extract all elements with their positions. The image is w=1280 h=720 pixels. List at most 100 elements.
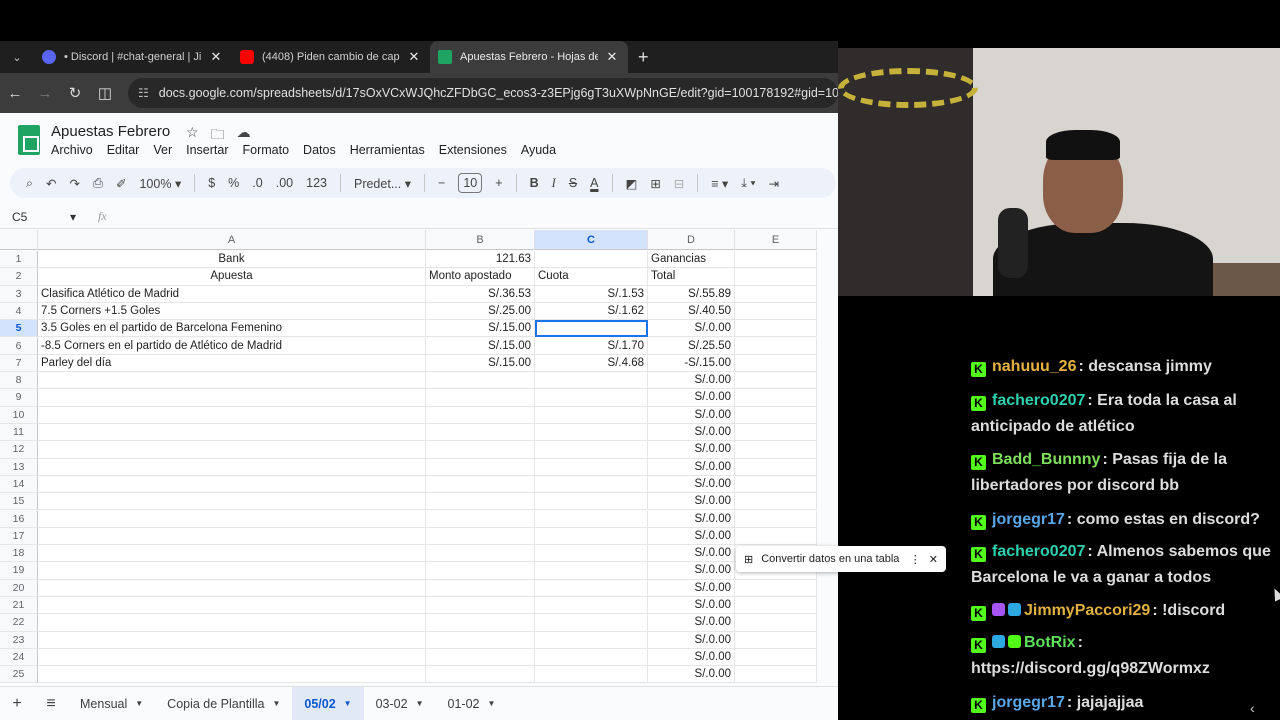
row-header[interactable]: 14 [0, 475, 38, 494]
url-field[interactable]: ☷ docs.google.com/spreadsheets/d/17sOxVC… [128, 78, 838, 108]
convert-table-toast[interactable]: ⊞ Convertir datos en una tabla ⋮ ✕ [736, 546, 946, 572]
cell-e10[interactable] [735, 406, 817, 424]
cell-a5[interactable]: 3.5 Goles en el partido de Barcelona Fem… [38, 320, 426, 338]
bold-icon[interactable]: B [530, 176, 539, 190]
forward-icon[interactable]: → [30, 85, 60, 102]
menu-editar[interactable]: Editar [107, 143, 140, 157]
cell-a9[interactable] [38, 389, 426, 407]
cell-c25[interactable] [535, 666, 648, 684]
cell-a13[interactable] [38, 458, 426, 476]
column-header-b[interactable]: B [426, 230, 535, 250]
row-header[interactable]: 22 [0, 614, 38, 632]
cell-a12[interactable] [38, 441, 426, 459]
row-header[interactable]: 17 [0, 527, 38, 546]
close-icon[interactable]: ✕ [604, 49, 620, 65]
cell-c15[interactable] [535, 493, 648, 511]
chat-username[interactable]: jorgegr17 [992, 511, 1065, 528]
cell-c20[interactable] [535, 579, 648, 597]
cell-d21[interactable]: S/.0.00 [648, 597, 735, 615]
cell-a22[interactable] [38, 614, 426, 632]
strikethrough-icon[interactable]: S [569, 176, 577, 190]
cell-e7[interactable] [735, 354, 817, 373]
vertical-align-icon[interactable]: ⤓ ▾ [741, 176, 755, 191]
column-header-a[interactable]: A [38, 230, 426, 250]
column-header-d[interactable]: D [648, 230, 735, 250]
cell-d1[interactable]: Ganancias [648, 251, 735, 269]
cell-c8[interactable] [535, 372, 648, 390]
cell-b23[interactable] [426, 631, 535, 649]
row-header[interactable]: 18 [0, 545, 38, 563]
chevron-left-icon[interactable]: ‹ [1250, 700, 1255, 716]
back-icon[interactable]: ← [0, 85, 30, 102]
row-header[interactable]: 3 [0, 285, 38, 303]
cell-a2[interactable]: Apuesta [38, 268, 426, 286]
row-header[interactable]: 4 [0, 302, 38, 321]
cell-a4[interactable]: 7.5 Corners +1.5 Goles [38, 302, 426, 321]
cell-b7[interactable]: S/.15.00 [426, 354, 535, 373]
cell-d19[interactable]: S/.0.00 [648, 562, 735, 580]
cell-a10[interactable] [38, 406, 426, 424]
cell-c24[interactable] [535, 648, 648, 667]
all-sheets-icon[interactable]: ≡ [34, 695, 68, 713]
menu-ver[interactable]: Ver [153, 143, 172, 157]
cell-e12[interactable] [735, 441, 817, 459]
percent-format-button[interactable]: % [228, 176, 239, 190]
increase-decimal-button[interactable]: .00 [276, 176, 293, 190]
sheet-tab-mensual[interactable]: Mensual ▼ [68, 687, 155, 720]
cell-e2[interactable] [735, 268, 817, 286]
browser-tab-youtube[interactable]: (4408) Piden cambio de capitán ✕ [232, 41, 430, 73]
cell-e20[interactable] [735, 579, 817, 597]
cell-a17[interactable] [38, 527, 426, 546]
italic-icon[interactable]: I [552, 176, 556, 191]
row-header[interactable]: 9 [0, 389, 38, 407]
cell-c3[interactable]: S/.1.53 [535, 285, 648, 303]
cell-d6[interactable]: S/.25.50 [648, 337, 735, 355]
cell-e16[interactable] [735, 510, 817, 528]
cell-b10[interactable] [426, 406, 535, 424]
cell-e22[interactable] [735, 614, 817, 632]
cell-d9[interactable]: S/.0.00 [648, 389, 735, 407]
cell-e4[interactable] [735, 302, 817, 321]
cell-d22[interactable]: S/.0.00 [648, 614, 735, 632]
row-header[interactable]: 13 [0, 458, 38, 476]
cell-c19[interactable] [535, 562, 648, 580]
row-header[interactable]: 7 [0, 354, 38, 373]
cell-d3[interactable]: S/.55.89 [648, 285, 735, 303]
cell-e17[interactable] [735, 527, 817, 546]
currency-format-button[interactable]: $ [208, 176, 215, 190]
cell-e9[interactable] [735, 389, 817, 407]
cell-c14[interactable] [535, 475, 648, 494]
search-menus-icon[interactable]: ⌕ [26, 176, 33, 191]
decrease-decimal-button[interactable]: .0 [252, 176, 262, 190]
chat-username[interactable]: nahuuu_26 [992, 358, 1076, 375]
row-header[interactable]: 2 [0, 268, 38, 286]
cell-e21[interactable] [735, 597, 817, 615]
cell-d23[interactable]: S/.0.00 [648, 631, 735, 649]
cell-e3[interactable] [735, 285, 817, 303]
chat-username[interactable]: JimmyPaccori29 [1024, 602, 1150, 619]
horizontal-align-icon[interactable]: ≡ ▾ [711, 176, 728, 191]
cell-a14[interactable] [38, 475, 426, 494]
cell-c17[interactable] [535, 527, 648, 546]
row-header[interactable]: 19 [0, 562, 38, 580]
cell-d20[interactable]: S/.0.00 [648, 579, 735, 597]
cell-d8[interactable]: S/.0.00 [648, 372, 735, 390]
cell-d15[interactable]: S/.0.00 [648, 493, 735, 511]
cell-d16[interactable]: S/.0.00 [648, 510, 735, 528]
chat-username[interactable]: BotRix [1024, 634, 1076, 651]
cell-d12[interactable]: S/.0.00 [648, 441, 735, 459]
cell-c23[interactable] [535, 631, 648, 649]
row-header[interactable]: 25 [0, 666, 38, 684]
cell-b17[interactable] [426, 527, 535, 546]
cell-b21[interactable] [426, 597, 535, 615]
name-box[interactable]: C5 ▾ [0, 210, 82, 224]
cell-b20[interactable] [426, 579, 535, 597]
new-tab-icon[interactable]: + [638, 47, 649, 68]
cell-c11[interactable] [535, 424, 648, 442]
cell-b24[interactable] [426, 648, 535, 667]
doc-title[interactable]: Apuestas Febrero [51, 123, 170, 140]
row-header[interactable]: 5 [0, 320, 38, 338]
cell-d25[interactable]: S/.0.00 [648, 666, 735, 684]
cell-d13[interactable]: S/.0.00 [648, 458, 735, 476]
menu-archivo[interactable]: Archivo [51, 143, 93, 157]
